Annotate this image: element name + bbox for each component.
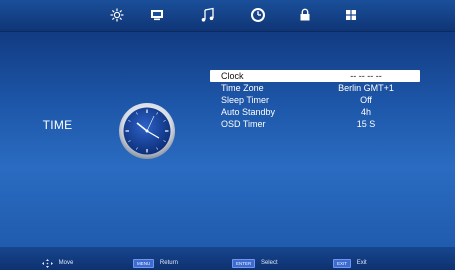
exit-key: EXIT bbox=[333, 258, 352, 268]
menu-item-label: Time Zone bbox=[221, 83, 264, 93]
select-hint: ENTER Select bbox=[232, 258, 278, 268]
music-icon[interactable] bbox=[199, 6, 217, 24]
tv-osd-screen: TIME Clock -- -- -- -- Time Zone Berlin … bbox=[0, 0, 455, 270]
move-hint-label: Move bbox=[58, 260, 74, 266]
menu-item-label: Clock bbox=[221, 71, 244, 81]
menu-item-clock[interactable]: Clock -- -- -- -- bbox=[210, 70, 420, 82]
menu-item-label: Sleep Timer bbox=[221, 95, 270, 105]
menu-item-auto-standby[interactable]: Auto Standby 4h bbox=[210, 106, 420, 118]
time-settings-menu: Clock -- -- -- -- Time Zone Berlin GMT+1… bbox=[210, 70, 420, 130]
time-icon[interactable] bbox=[249, 6, 267, 24]
sound-icon[interactable] bbox=[148, 6, 166, 24]
top-menu-bar bbox=[0, 0, 455, 31]
move-hint: Move bbox=[42, 258, 73, 268]
menu-key: MENU bbox=[133, 258, 155, 268]
lock-icon[interactable] bbox=[296, 6, 314, 24]
exit-hint-label: Exit bbox=[356, 260, 367, 266]
return-hint: MENU Return bbox=[133, 258, 178, 268]
select-hint-label: Select bbox=[260, 260, 278, 266]
menu-item-label: Auto Standby bbox=[221, 107, 276, 117]
enter-key: ENTER bbox=[232, 258, 256, 268]
menu-item-value: Off bbox=[360, 95, 372, 105]
picture-icon[interactable] bbox=[108, 6, 126, 24]
menu-item-label: OSD Timer bbox=[221, 119, 266, 129]
menu-item-value: 4h bbox=[360, 107, 371, 117]
menu-item-value: Berlin GMT+1 bbox=[338, 83, 394, 93]
clock-icon bbox=[118, 102, 176, 160]
dpad-arrows-icon bbox=[42, 258, 53, 268]
menu-item-value: 15 S bbox=[356, 119, 376, 129]
menu-item-osd-timer[interactable]: OSD Timer 15 S bbox=[210, 118, 420, 130]
footer-hint-bar: Move MENU Return ENTER Select EXIT Exit bbox=[0, 247, 455, 270]
menu-item-time-zone[interactable]: Time Zone Berlin GMT+1 bbox=[210, 82, 420, 94]
setup-icon[interactable] bbox=[342, 6, 360, 24]
menu-item-sleep-timer[interactable]: Sleep Timer Off bbox=[210, 94, 420, 106]
exit-hint: EXIT Exit bbox=[333, 258, 367, 268]
menu-item-value: -- -- -- -- bbox=[350, 71, 382, 81]
return-hint-label: Return bbox=[159, 260, 178, 266]
section-title: TIME bbox=[42, 118, 73, 132]
